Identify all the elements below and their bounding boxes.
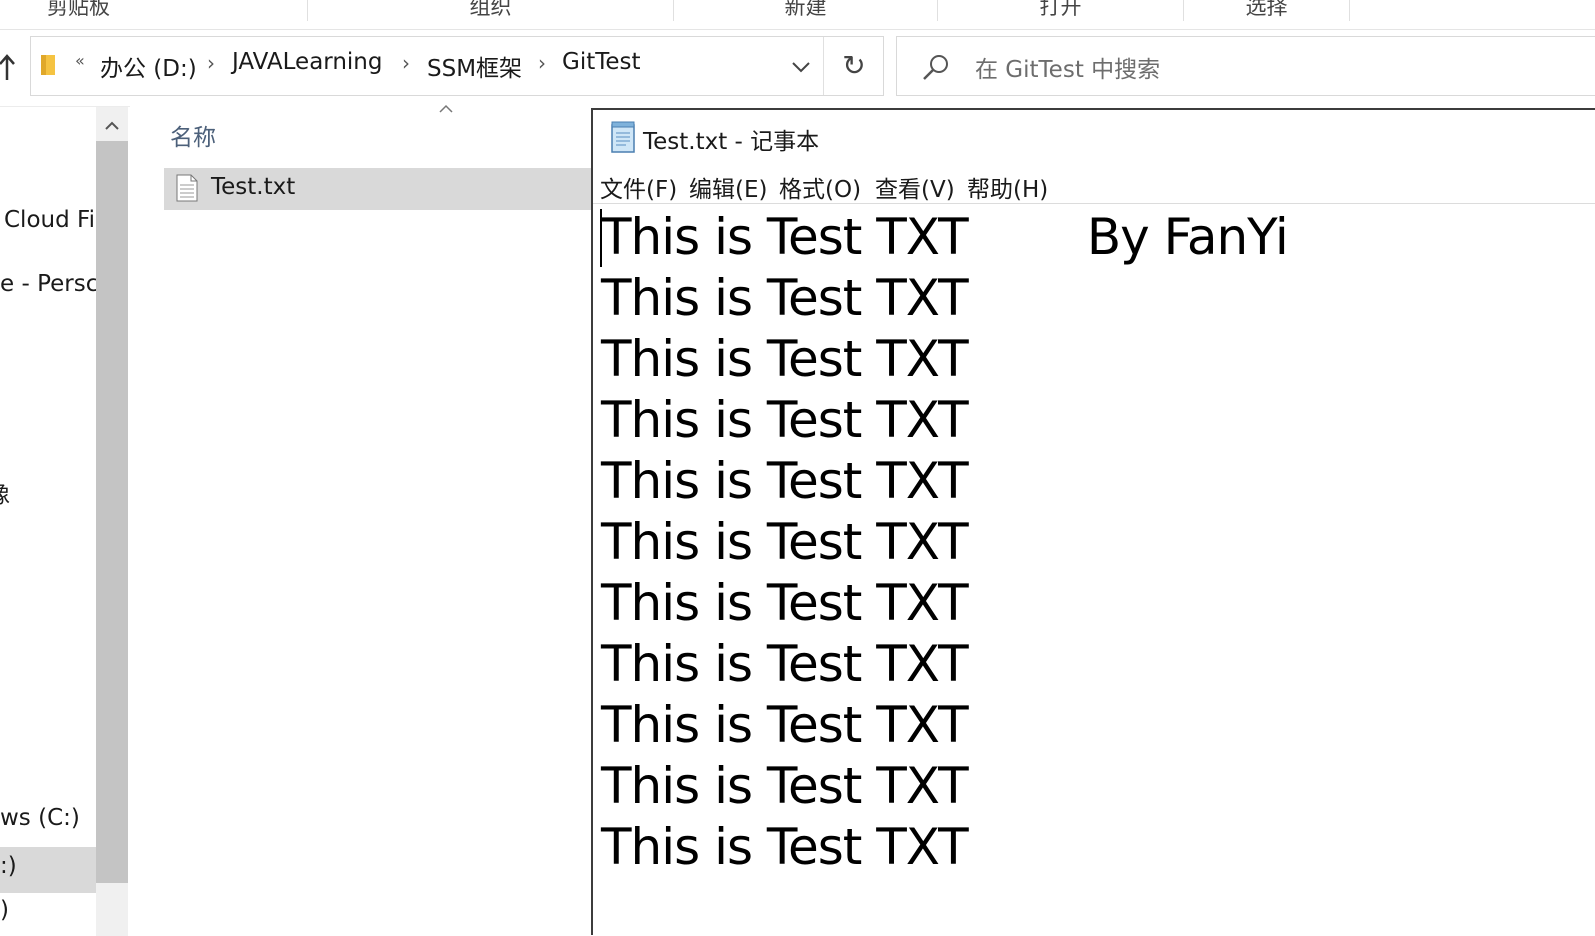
ribbon-group-label: 新建 bbox=[784, 0, 827, 19]
up-arrow-icon[interactable] bbox=[0, 52, 16, 82]
breadcrumb-gittest[interactable]: GitTest bbox=[562, 49, 641, 75]
overflow-chevron[interactable]: « bbox=[75, 51, 85, 70]
nav-item-drive-d[interactable]: :) bbox=[0, 847, 96, 893]
text-line: This is Test TXT bbox=[601, 269, 969, 327]
scroll-up-icon[interactable] bbox=[96, 111, 128, 141]
text-line: This is Test TXT bbox=[601, 818, 969, 876]
text-line: This is Test TXT bbox=[601, 513, 969, 571]
address-bar[interactable]: « 办公 (D:) › JAVALearning › SSM框架 › GitTe… bbox=[30, 36, 884, 96]
ribbon-group-open[interactable]: 打开 bbox=[938, 0, 1184, 21]
chevron-down-icon[interactable] bbox=[779, 49, 823, 85]
breadcrumb-separator[interactable]: › bbox=[207, 51, 215, 75]
file-row[interactable]: Test.txt bbox=[164, 168, 595, 210]
scroll-thumb[interactable] bbox=[96, 141, 128, 883]
text-line: This is Test TXT bbox=[601, 330, 969, 388]
notepad-window[interactable]: Test.txt - 记事本 文件(F) 编辑(E) 格式(O) 查看(V) 帮… bbox=[591, 108, 1595, 935]
column-header-name[interactable]: 名称 bbox=[170, 118, 216, 152]
text-line: This is Test TXT bbox=[601, 635, 969, 693]
menu-format[interactable]: 格式(O) bbox=[779, 170, 861, 204]
folder-icon bbox=[39, 52, 57, 78]
ribbon-group-label: 组织 bbox=[469, 0, 512, 19]
notepad-menubar: 文件(F) 编辑(E) 格式(O) 查看(V) 帮助(H) bbox=[593, 166, 1595, 204]
ribbon-group-clipboard[interactable]: 剪贴板 bbox=[0, 0, 308, 21]
notepad-icon bbox=[608, 120, 638, 154]
file-name: Test.txt bbox=[211, 174, 296, 200]
nav-item-drive[interactable]: ) bbox=[0, 897, 96, 923]
search-box[interactable]: 在 GitTest 中搜索 bbox=[896, 36, 1595, 96]
notepad-title: Test.txt - 记事本 bbox=[643, 129, 820, 155]
text-file-icon bbox=[176, 174, 198, 202]
menu-help[interactable]: 帮助(H) bbox=[967, 170, 1048, 204]
text-line: This is Test TXT bbox=[601, 452, 969, 510]
text-line: This is Test TXT bbox=[601, 757, 969, 815]
notepad-titlebar[interactable]: Test.txt - 记事本 bbox=[593, 110, 1595, 166]
breadcrumb-javalearning[interactable]: JAVALearning bbox=[232, 49, 383, 75]
menu-view[interactable]: 查看(V) bbox=[875, 170, 955, 204]
search-input[interactable]: 在 GitTest 中搜索 bbox=[975, 50, 1160, 84]
nav-item-windows-c[interactable]: ws (C:) bbox=[0, 805, 96, 831]
nav-item-onedrive-personal[interactable]: e - Persc bbox=[0, 271, 96, 297]
sort-arrow-icon bbox=[438, 102, 454, 118]
text-line: This is Test TXT bbox=[601, 574, 969, 632]
nav-scrollbar[interactable] bbox=[96, 107, 128, 936]
refresh-icon[interactable]: ↻ bbox=[824, 37, 884, 95]
text-line: This is Test TXT bbox=[601, 391, 969, 449]
nav-item-pictures[interactable]: 像 bbox=[0, 475, 17, 509]
file-list: 名称 Test.txt bbox=[130, 104, 595, 935]
ribbon: 剪贴板 组织 新建 打开 选择 bbox=[0, 0, 1595, 30]
breadcrumb-separator[interactable]: › bbox=[538, 51, 546, 75]
breadcrumb-drive[interactable]: 办公 (D:) bbox=[100, 49, 197, 83]
search-icon bbox=[921, 53, 951, 83]
address-row: « 办公 (D:) › JAVALearning › SSM框架 › GitTe… bbox=[0, 30, 1595, 106]
ribbon-group-label: 选择 bbox=[1245, 0, 1288, 19]
nav-item-cloud[interactable]: Cloud Fi bbox=[4, 207, 96, 233]
ribbon-group-new[interactable]: 新建 bbox=[674, 0, 938, 21]
notepad-editor[interactable]: This is Test TXT By FanYi This is Test T… bbox=[593, 205, 1595, 935]
ribbon-group-select[interactable]: 选择 bbox=[1184, 0, 1350, 21]
navigation-pane: Cloud Fi e - Persc 像 ws (C:) :) ) bbox=[0, 106, 130, 936]
menu-file[interactable]: 文件(F) bbox=[600, 170, 677, 204]
ribbon-group-label: 剪贴板 bbox=[47, 0, 110, 19]
ribbon-group-organize[interactable]: 组织 bbox=[308, 0, 674, 21]
breadcrumb-separator[interactable]: › bbox=[402, 51, 410, 75]
text-line: This is Test TXT bbox=[601, 696, 969, 754]
ribbon-group-label: 打开 bbox=[1039, 0, 1082, 19]
breadcrumb-ssm[interactable]: SSM框架 bbox=[427, 49, 522, 83]
text-line: This is Test TXT By FanYi bbox=[601, 208, 1289, 266]
menu-edit[interactable]: 编辑(E) bbox=[689, 170, 767, 204]
